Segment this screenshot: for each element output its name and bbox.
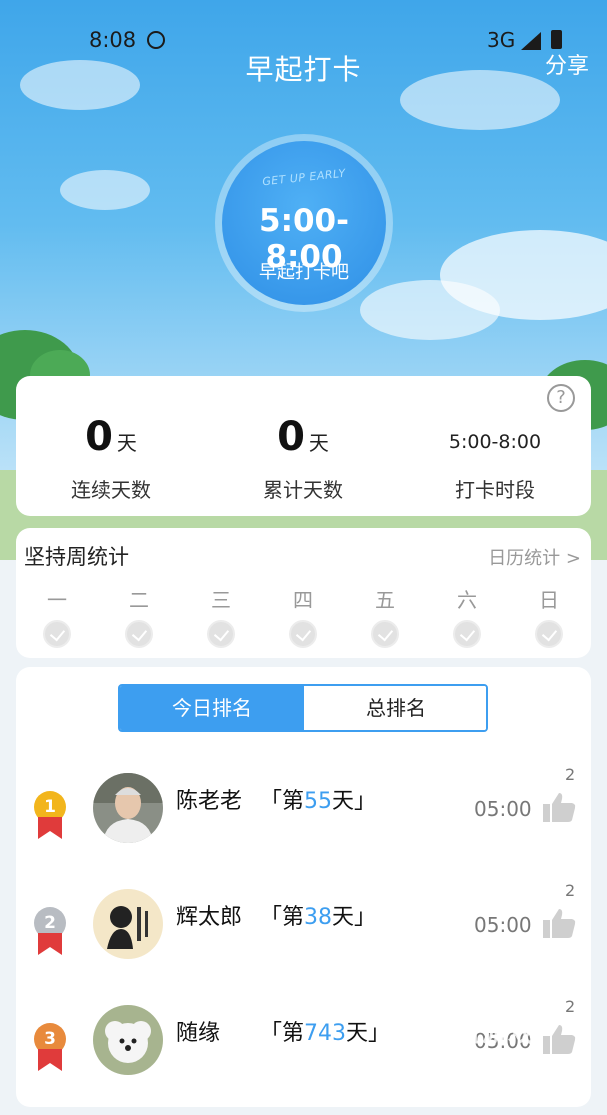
check-icon (289, 620, 317, 648)
stat-label: 连续天数 (71, 478, 151, 502)
stats-card: ? 0天 连续天数 0天 累计天数 5:00-8:00 打卡时段 (16, 376, 591, 516)
medal-ribbon (38, 1049, 62, 1071)
stat-unit: 天 (116, 431, 137, 455)
watermark-text: 伪玩游戏 (430, 1018, 535, 1048)
ranking-row: 2 辉太郎 「第38天」 05:00 2 (16, 881, 591, 999)
share-button[interactable]: 分享 (545, 48, 589, 80)
calendar-stats-link[interactable]: 日历统计 > (488, 544, 581, 570)
stat-consecutive-days: 0天 连续天数 (61, 414, 161, 502)
days-prefix: 「第 (260, 1021, 305, 1046)
watermark-subtext: Henwan Games (430, 1049, 509, 1060)
checkin-button[interactable]: GET UP EARLY 5:00-8:00 早起打卡吧 (222, 141, 386, 305)
tab-total-ranking[interactable]: 总排名 (304, 686, 486, 730)
check-icon (453, 620, 481, 648)
medal-ribbon (38, 817, 62, 839)
days-prefix: 「第 (260, 789, 305, 814)
days-suffix: 天」 (332, 789, 377, 814)
stat-value: 0 (277, 414, 305, 460)
like-count: 2 (565, 997, 576, 1016)
weekday-label: 五 (375, 588, 395, 612)
check-icon (207, 620, 235, 648)
check-icon (125, 620, 153, 648)
user-name: 随缘 (176, 1021, 221, 1046)
help-icon[interactable]: ? (547, 384, 575, 412)
days-count: 743 (304, 1021, 347, 1046)
thumbs-up-icon[interactable] (542, 907, 576, 939)
weekday-label: 三 (211, 588, 231, 612)
weekday-label: 一 (47, 588, 67, 612)
days-count: 55 (304, 789, 333, 814)
weekday-label: 六 (457, 588, 477, 612)
days-suffix: 天」 (346, 1021, 391, 1046)
stat-value: 5:00-8:00 (448, 431, 542, 453)
like-count: 2 (565, 765, 576, 784)
checkin-days: 「第55天」 (260, 783, 376, 815)
ranking-tabs: 今日排名 总排名 (118, 684, 488, 732)
checkin-time: 05:00 (474, 913, 532, 937)
medal-ribbon (38, 933, 62, 955)
user-name: 辉太郎 (176, 905, 243, 930)
stat-total-days: 0天 累计天数 (253, 414, 353, 502)
watermark: 伪玩游戏 Henwan Games (430, 1012, 534, 1060)
stat-unit: 天 (308, 431, 329, 455)
user-name: 陈老老 (176, 789, 243, 814)
notification-icon (147, 31, 165, 49)
weekly-stats-card: 坚持周统计 日历统计 > 一 二 三 四 五 六 日 (16, 528, 591, 658)
avatar[interactable] (93, 773, 163, 843)
checkin-time: 05:00 (474, 797, 532, 821)
check-icon (43, 620, 71, 648)
weekday-label: 二 (129, 588, 149, 612)
clock-subtitle: 早起打卡吧 (259, 262, 349, 283)
checkin-days: 「第743天」 (260, 1015, 390, 1047)
thumbs-up-icon[interactable] (542, 1023, 576, 1055)
days-prefix: 「第 (260, 905, 305, 930)
weekday-label: 四 (293, 588, 313, 612)
days-suffix: 天」 (332, 905, 377, 930)
weekday-label: 日 (539, 588, 559, 612)
checkin-days: 「第38天」 (260, 899, 376, 931)
battery-icon (551, 30, 562, 49)
ranking-row: 1 陈老老 「第55天」 05:00 2 (16, 765, 591, 883)
stat-value: 0 (85, 414, 113, 460)
check-icon (535, 620, 563, 648)
page-title: 早起打卡 (245, 53, 362, 86)
avatar[interactable] (93, 889, 163, 959)
clock-brand-text: GET UP EARLY (261, 166, 347, 189)
stat-checkin-period: 5:00-8:00 打卡时段 (440, 414, 550, 502)
avatar[interactable] (93, 1005, 163, 1075)
like-count: 2 (565, 881, 576, 900)
tab-today-ranking[interactable]: 今日排名 (120, 686, 304, 730)
thumbs-up-icon[interactable] (542, 791, 576, 823)
stat-label: 累计天数 (263, 478, 343, 502)
days-count: 38 (304, 905, 333, 930)
weekly-title: 坚持周统计 (24, 545, 129, 569)
check-icon (371, 620, 399, 648)
stat-label: 打卡时段 (455, 478, 535, 502)
